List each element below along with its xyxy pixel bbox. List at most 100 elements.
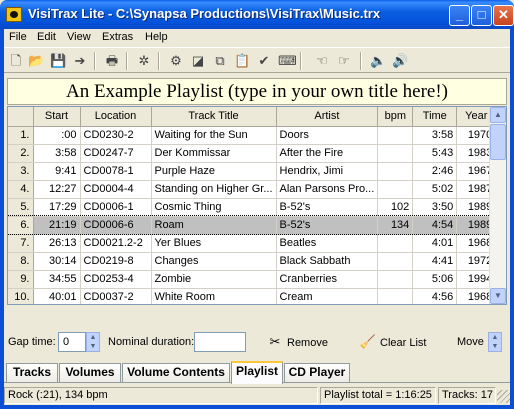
- cell-start[interactable]: 26:13: [33, 234, 81, 253]
- gap-time-spinner[interactable]: ▲ ▼: [86, 332, 100, 352]
- scroll-thumb[interactable]: [490, 124, 506, 160]
- cell-bpm[interactable]: 134: [377, 216, 414, 235]
- cell-bpm[interactable]: [377, 126, 414, 145]
- cell-track-title[interactable]: Zombie: [151, 270, 277, 289]
- cell-time[interactable]: 4:01: [412, 234, 458, 253]
- cell-artist[interactable]: B-52's: [276, 216, 379, 235]
- cell-artist[interactable]: Alan Parsons Pro...: [276, 180, 379, 199]
- cell-location[interactable]: CD0006-1: [80, 198, 152, 217]
- row-number[interactable]: 9.: [8, 270, 34, 289]
- playlist-title-field[interactable]: An Example Playlist (type in your own ti…: [7, 78, 507, 105]
- cell-bpm[interactable]: [377, 252, 414, 271]
- label-icon[interactable]: ◪: [190, 53, 206, 69]
- cell-start[interactable]: 17:29: [33, 198, 81, 217]
- new-file-icon[interactable]: 🗋: [8, 53, 24, 69]
- cell-artist[interactable]: Hendrix, Jimi: [276, 162, 379, 181]
- row-number[interactable]: 1.: [8, 126, 34, 145]
- minimize-button[interactable]: _: [449, 5, 470, 26]
- clear-list-button[interactable]: 🧹 Clear List: [359, 332, 427, 354]
- col-header-track-title[interactable]: Track Title: [151, 107, 277, 127]
- row-number[interactable]: 3.: [8, 162, 34, 181]
- gap-time-input[interactable]: 0: [58, 332, 86, 352]
- menu-help[interactable]: Help: [145, 31, 168, 43]
- close-button[interactable]: ✕: [493, 5, 514, 26]
- table-row[interactable]: 3. 9:41 CD0078-1 Purple Haze Hendrix, Jimi 2:…: [8, 162, 497, 181]
- tab-playlist[interactable]: Playlist: [231, 361, 283, 384]
- keyboard-icon[interactable]: ⌨: [278, 53, 297, 69]
- cell-bpm[interactable]: [377, 270, 414, 289]
- check-icon[interactable]: ✔: [256, 53, 272, 69]
- table-row[interactable]: 7. 26:13 CD0021.2-2 Yer Blues Beatles 4:01 196…: [8, 234, 497, 253]
- menu-view[interactable]: View: [67, 31, 91, 43]
- cell-bpm[interactable]: [377, 234, 414, 253]
- cell-location[interactable]: CD0247-7: [80, 144, 152, 163]
- cell-location[interactable]: CD0230-2: [80, 126, 152, 145]
- table-row[interactable]: 10. 40:01 CD0037-2 White Room Cream 4:56 1968: [8, 288, 497, 304]
- move-spinner[interactable]: ▲ ▼: [488, 332, 502, 352]
- cell-start[interactable]: 12:27: [33, 180, 81, 199]
- cell-artist[interactable]: Doors: [276, 126, 379, 145]
- cell-location[interactable]: CD0006-6: [80, 216, 152, 235]
- speaker-loud-icon[interactable]: 🔊: [392, 53, 408, 69]
- cell-artist[interactable]: B-52's: [276, 198, 379, 217]
- menu-extras[interactable]: Extras: [102, 31, 133, 43]
- col-header-start[interactable]: Start: [33, 107, 81, 127]
- open-folder-icon[interactable]: 📂: [28, 53, 44, 69]
- cell-track-title[interactable]: Yer Blues: [151, 234, 277, 253]
- cell-track-title[interactable]: Waiting for the Sun: [151, 126, 277, 145]
- cell-start[interactable]: 40:01: [33, 288, 81, 304]
- scroll-down-button[interactable]: ▼: [490, 288, 506, 304]
- col-header-location[interactable]: Location: [80, 107, 152, 127]
- speaker-icon[interactable]: 🔈: [370, 53, 386, 69]
- cell-time[interactable]: 5:43: [412, 144, 458, 163]
- save-icon[interactable]: 💾: [50, 53, 66, 69]
- cell-location[interactable]: CD0021.2-2: [80, 234, 152, 253]
- cell-artist[interactable]: Black Sabbath: [276, 252, 379, 271]
- print-icon[interactable]: 🖶: [104, 53, 120, 69]
- paste-icon[interactable]: 📋: [234, 53, 250, 69]
- cell-track-title[interactable]: Purple Haze: [151, 162, 277, 181]
- cd-wizard-icon[interactable]: ⚙: [168, 53, 184, 69]
- cell-start[interactable]: 21:19: [33, 216, 81, 235]
- cell-artist[interactable]: Cranberries: [276, 270, 379, 289]
- cell-bpm[interactable]: 102: [377, 198, 414, 217]
- title-bar[interactable]: VisiTrax Lite - C:\Synapsa Productions\V…: [0, 0, 514, 29]
- cell-start[interactable]: :00: [33, 126, 81, 145]
- export-icon[interactable]: ➔: [72, 53, 88, 69]
- cell-bpm[interactable]: [377, 162, 414, 181]
- hand-left-icon[interactable]: ☜: [314, 53, 330, 69]
- cell-time[interactable]: 5:06: [412, 270, 458, 289]
- cell-track-title[interactable]: White Room: [151, 288, 277, 304]
- cell-start[interactable]: 9:41: [33, 162, 81, 181]
- table-row[interactable]: 5. 17:29 CD0006-1 Cosmic Thing B-52's 102 3:50…: [8, 198, 497, 217]
- grid-vertical-scrollbar[interactable]: ▲ ▼: [489, 107, 506, 304]
- cell-track-title[interactable]: Changes: [151, 252, 277, 271]
- remove-button[interactable]: ✂ Remove: [266, 332, 328, 354]
- table-row[interactable]: 1.:00 CD0230-2 Waiting for the Sun Doors 3:5…: [8, 126, 497, 145]
- cell-bpm[interactable]: [377, 180, 414, 199]
- table-row[interactable]: 6. 21:19 CD0006-6 Roam B-52's 134 4:54 1989: [8, 215, 497, 235]
- row-number[interactable]: 6.: [8, 216, 34, 235]
- copy-icon[interactable]: ⧉: [212, 53, 228, 69]
- row-number[interactable]: 2.: [8, 144, 34, 163]
- col-header-index[interactable]: [8, 107, 34, 127]
- cell-location[interactable]: CD0078-1: [80, 162, 152, 181]
- cell-time[interactable]: 2:46: [412, 162, 458, 181]
- cell-artist[interactable]: After the Fire: [276, 144, 379, 163]
- cell-start[interactable]: 30:14: [33, 252, 81, 271]
- cell-track-title[interactable]: Der Kommissar: [151, 144, 277, 163]
- cell-track-title[interactable]: Standing on Higher Gr...: [151, 180, 277, 199]
- tab-cd-player[interactable]: CD Player: [284, 363, 350, 382]
- table-row[interactable]: 9. 34:55 CD0253-4 Zombie Cranberries 5:06 1994: [8, 270, 497, 289]
- cell-time[interactable]: 5:02: [412, 180, 458, 199]
- cell-location[interactable]: CD0037-2: [80, 288, 152, 304]
- cell-track-title[interactable]: Roam: [151, 216, 277, 235]
- shuffle-icon[interactable]: ✲: [136, 53, 152, 69]
- col-header-time[interactable]: Time: [412, 107, 458, 127]
- tab-tracks[interactable]: Tracks: [6, 363, 58, 382]
- tab-volumes[interactable]: Volumes: [59, 363, 121, 382]
- playlist-grid[interactable]: Start Location Track Title Artist bpm Ti…: [7, 106, 507, 305]
- cell-time[interactable]: 4:41: [412, 252, 458, 271]
- row-number[interactable]: 5.: [8, 198, 34, 217]
- table-row[interactable]: 2. 3:58 CD0247-7 Der Kommissar After the Fir…: [8, 144, 497, 163]
